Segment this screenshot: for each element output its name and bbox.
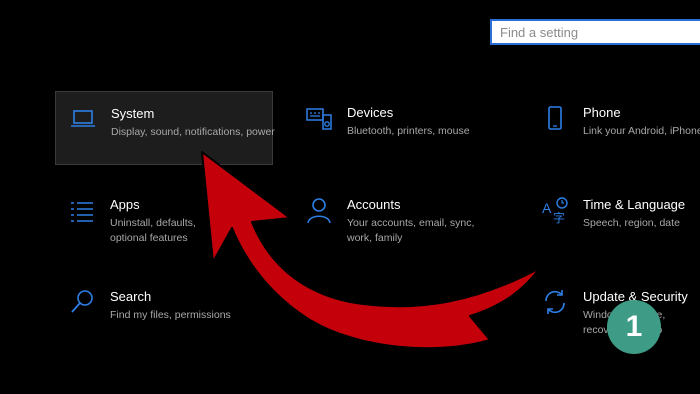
tile-description: Speech, region, date [583, 217, 680, 229]
tile-search[interactable]: Search Find my files, permissions [55, 275, 273, 349]
keyboard-speaker-icon [304, 103, 334, 133]
svg-text:A: A [542, 200, 552, 216]
tile-apps[interactable]: Apps Uninstall, defaults, optional featu… [55, 183, 273, 257]
tile-description: Display, sound, notifications, power [111, 126, 275, 138]
tile-title: Apps [110, 197, 140, 212]
search-icon [67, 287, 97, 317]
tile-hidden[interactable] [292, 275, 492, 349]
sync-icon [540, 287, 570, 317]
tile-title: Devices [347, 105, 394, 120]
tile-description: Link your Android, iPhone [583, 125, 700, 137]
tile-title: System [111, 106, 155, 121]
tile-title: Phone [583, 105, 621, 120]
svg-text:字: 字 [553, 210, 565, 225]
tile-accounts[interactable]: Accounts Your accounts, email, sync, wor… [292, 183, 492, 257]
phone-icon [540, 103, 570, 133]
search-input[interactable] [492, 21, 700, 43]
tile-title: Time & Language [583, 197, 686, 212]
find-setting-search-box[interactable] [490, 19, 700, 45]
tile-description: Bluetooth, printers, mouse [347, 125, 470, 137]
laptop-icon [68, 104, 98, 134]
tile-system[interactable]: System Display, sound, notifications, po… [55, 91, 275, 165]
step-number-badge: 1 [607, 300, 661, 354]
time-language-icon: A字 [540, 195, 570, 225]
tile-time-language[interactable]: A字 Time & Language Speech, region, date [528, 183, 700, 257]
person-icon [304, 195, 334, 225]
tile-description: Your accounts, email, sync, work, family [347, 217, 475, 244]
tile-title: Accounts [347, 197, 401, 212]
tile-description: Uninstall, defaults, optional features [110, 217, 196, 244]
blank-icon [304, 287, 334, 317]
tile-description: Find my files, permissions [110, 309, 231, 321]
tile-phone[interactable]: Phone Link your Android, iPhone [528, 91, 700, 165]
apps-list-icon [67, 195, 97, 225]
tile-title: Search [110, 289, 152, 304]
tile-devices[interactable]: Devices Bluetooth, printers, mouse [292, 91, 492, 165]
